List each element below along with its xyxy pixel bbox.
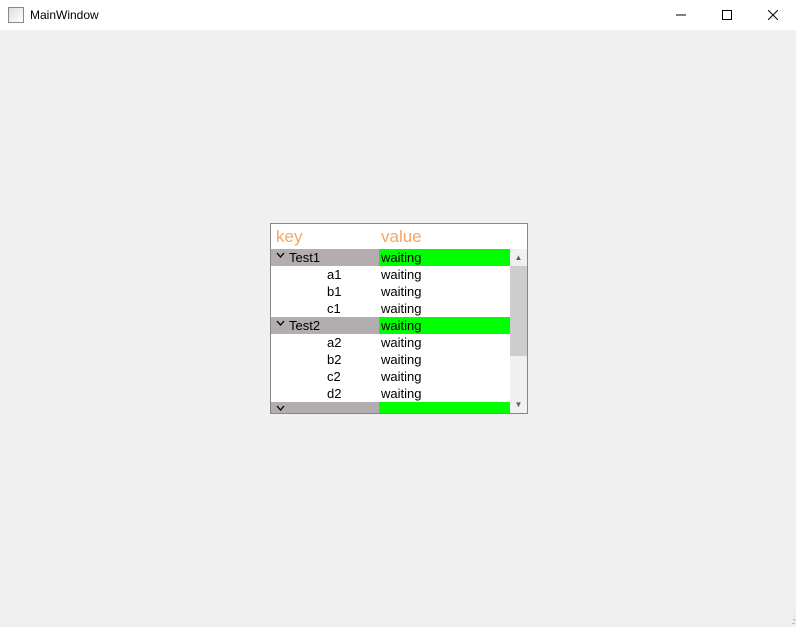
close-button[interactable] [750,0,796,30]
tree-key-cell[interactable]: Test2 [271,317,379,334]
minimize-button[interactable] [658,0,704,30]
tree-key-cell[interactable]: a2 [271,334,379,351]
tree-key-cell[interactable] [271,402,379,413]
tree-value-cell[interactable]: waiting [379,283,510,300]
tree-key-text: a2 [309,334,341,351]
tree-child-row[interactable]: b2 waiting [271,351,510,368]
tree-value-cell[interactable]: waiting [379,334,510,351]
resize-grip[interactable]: .:.:: [785,616,795,626]
tree-parent-row[interactable]: Test1 waiting [271,249,510,266]
window-title: MainWindow [30,8,99,22]
tree-key-cell[interactable]: c1 [271,300,379,317]
maximize-icon [722,10,732,20]
scroll-thumb[interactable] [510,266,527,356]
tree-value-cell[interactable]: waiting [379,266,510,283]
tree-child-row[interactable]: c2 waiting [271,368,510,385]
tree-key-text: c1 [309,300,341,317]
tree-key-text: b2 [309,351,341,368]
close-icon [768,10,778,20]
tree-key-cell[interactable]: Test1 [271,249,379,266]
tree-key-cell[interactable]: b2 [271,351,379,368]
tree-key-cell[interactable]: d2 [271,385,379,402]
tree-value-cell[interactable]: waiting [379,351,510,368]
tree-parent-row[interactable]: Test2 waiting [271,317,510,334]
tree-key-cell[interactable]: a1 [271,266,379,283]
scroll-down-arrow-icon[interactable]: ▼ [510,396,527,413]
tree-parent-row[interactable] [271,402,510,413]
maximize-button[interactable] [704,0,750,30]
tree-child-row[interactable]: a2 waiting [271,334,510,351]
tree-key-text: Test1 [289,249,320,266]
minimize-icon [676,10,686,20]
tree-key-cell[interactable]: b1 [271,283,379,300]
tree-body[interactable]: Test1waitinga1waitingb1waitingc1waitingT… [271,249,510,413]
tree-value-cell[interactable]: waiting [379,249,510,266]
tree-key-text: c2 [309,368,341,385]
scroll-up-arrow-icon[interactable]: ▲ [510,249,527,266]
tree-value-cell[interactable] [379,402,510,413]
window-controls [658,0,796,30]
tree-key-text: Test2 [289,317,320,334]
column-header-value[interactable]: value [379,224,527,249]
tree-value-cell[interactable]: waiting [379,317,510,334]
client-area: key value Test1 waiting a1 waiting b1 waiting… [0,30,796,627]
tree-value-cell[interactable]: waiting [379,385,510,402]
tree-value-cell[interactable]: waiting [379,368,510,385]
column-header-key[interactable]: key [271,224,379,249]
chevron-down-icon[interactable] [271,402,289,413]
vertical-scrollbar[interactable]: ▲ ▼ [510,249,527,413]
tree-child-row[interactable]: c1 waiting [271,300,510,317]
chevron-down-icon[interactable] [271,249,289,266]
tree-header: key value [271,224,527,249]
tree-key-text: a1 [309,266,341,283]
app-icon [8,7,24,23]
tree-key-text: b1 [309,283,341,300]
tree-value-cell[interactable]: waiting [379,300,510,317]
chevron-down-icon[interactable] [271,317,289,334]
tree-view[interactable]: key value Test1 waiting a1 waiting b1 waiting… [270,223,528,414]
tree-key-cell[interactable]: c2 [271,368,379,385]
tree-child-row[interactable]: b1 waiting [271,283,510,300]
tree-key-text: d2 [309,385,341,402]
tree-child-row[interactable]: a1 waiting [271,266,510,283]
titlebar[interactable]: MainWindow [0,0,796,30]
tree-child-row[interactable]: d2 waiting [271,385,510,402]
